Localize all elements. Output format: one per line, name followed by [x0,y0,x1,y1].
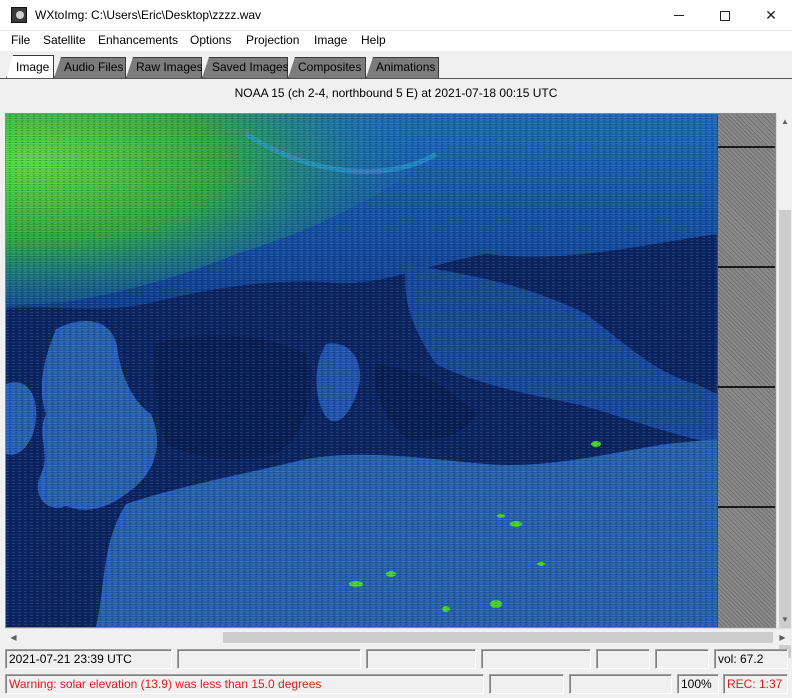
minimize-button[interactable] [656,0,702,31]
telemetry-tick [718,266,775,268]
menu-satellite[interactable]: Satellite [43,33,86,47]
status-pane-empty-2 [366,649,476,669]
telemetry-strip [717,114,775,627]
image-caption: NOAA 15 (ch 2-4, northbound 5 E) at 2021… [0,86,792,100]
status-warning: Warning: solar elevation (13.9) was less… [5,674,484,694]
vertical-scrollbar[interactable]: ▲ ▼ [776,113,792,658]
scroll-down-icon[interactable]: ▼ [777,611,792,628]
status-volume: vol: 67.2 [714,649,788,669]
status-datetime: 2021-07-21 23:39 UTC [5,649,172,669]
menu-image[interactable]: Image [314,33,347,47]
horizontal-scrollbar[interactable]: ◀ ▶ [5,628,791,645]
tab-raw-images[interactable]: Raw Images [126,57,202,78]
status-pane-empty-7 [569,674,672,694]
menu-options[interactable]: Options [190,33,231,47]
status-zoom: 100% [677,674,719,694]
window-title: WXtoImg: C:\Users\Eric\Desktop\zzzz.wav [35,8,262,22]
tab-animations[interactable]: Animations [366,57,439,78]
status-pane-empty-1 [177,649,361,669]
tab-image[interactable]: Image [6,55,54,79]
telemetry-tick [718,386,775,388]
status-pane-empty-5 [655,649,709,669]
horizontal-scroll-thumb[interactable] [223,632,773,643]
status-pane-empty-6 [489,674,564,694]
title-bar: WXtoImg: C:\Users\Eric\Desktop\zzzz.wav … [0,0,792,31]
status-pane-empty-3 [481,649,591,669]
telemetry-tick [718,146,775,148]
status-pane-empty-4 [596,649,650,669]
image-viewport[interactable] [5,113,776,628]
scanlines [6,114,717,627]
image-caption-text: NOAA 15 (ch 2-4, northbound 5 E) at 2021… [234,86,558,100]
scroll-left-icon[interactable]: ◀ [5,629,22,646]
maximize-button[interactable] [702,0,748,31]
vertical-scroll-thumb[interactable] [779,210,791,658]
menu-projection[interactable]: Projection [246,33,299,47]
satellite-image [6,114,717,627]
status-record: REC: 1:37 [723,674,788,694]
tab-audio-files[interactable]: Audio Files [54,57,126,78]
app-icon[interactable] [11,7,27,23]
minimize-icon [674,15,684,16]
close-icon: ✕ [765,7,777,24]
menu-file[interactable]: File [11,33,30,47]
tab-divider [0,78,792,79]
close-button[interactable]: ✕ [748,0,792,31]
menu-bar: File Satellite Enhancements Options Proj… [0,31,792,51]
telemetry-tick [718,506,775,508]
tab-saved-images[interactable]: Saved Images [202,57,288,78]
menu-enhancements[interactable]: Enhancements [98,33,178,47]
tab-composites[interactable]: Composites [288,57,366,78]
scroll-right-icon[interactable]: ▶ [774,629,791,646]
scroll-up-icon[interactable]: ▲ [777,113,792,130]
maximize-icon [720,10,730,21]
menu-help[interactable]: Help [361,33,386,47]
tab-strip: Audio Files Raw Images Saved Images Comp… [0,51,792,79]
